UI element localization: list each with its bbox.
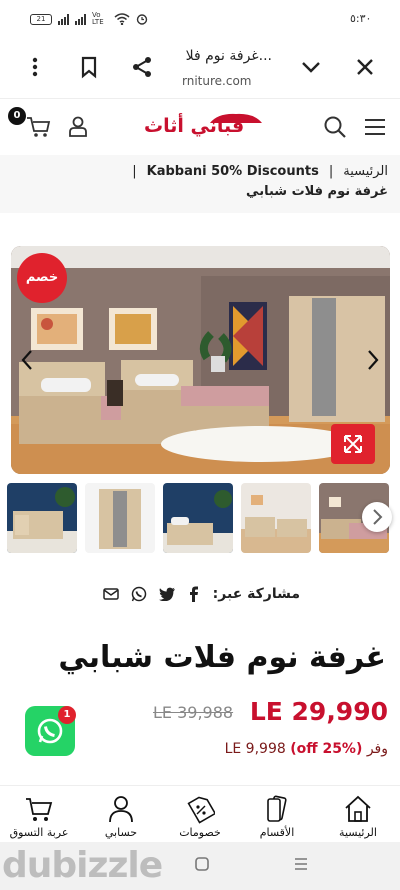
facebook-icon[interactable] xyxy=(187,586,201,602)
recent-apps-icon[interactable] xyxy=(292,856,310,872)
breadcrumb-separator: | xyxy=(328,164,334,179)
nav-discounts[interactable]: خصومات xyxy=(165,794,235,839)
cart-icon[interactable] xyxy=(26,114,52,140)
sale-badge: خصم xyxy=(17,253,67,303)
breadcrumb: الرئيسية | Kabbani 50% Discounts | غرفة … xyxy=(0,155,400,213)
categories-icon xyxy=(267,795,287,822)
dubizzle-watermark: dubizzle xyxy=(2,845,163,886)
nav-categories-label: الأقسام xyxy=(259,826,295,839)
cart-count-badge: 0 xyxy=(8,107,26,125)
save-percent: (off 25%) xyxy=(290,741,363,757)
nav-account[interactable]: حسابي xyxy=(86,794,156,839)
share-icon[interactable] xyxy=(129,54,155,80)
breadcrumb-current: غرفة نوم فلات شبابي xyxy=(246,184,388,199)
savings-text: وفر LE 9,998 (off 25%) xyxy=(225,741,388,757)
thumbnails-next-button[interactable] xyxy=(362,502,392,532)
home-button-icon[interactable] xyxy=(194,856,210,872)
status-time: ٥:٣٠ xyxy=(350,12,372,25)
chevron-down-icon[interactable] xyxy=(298,54,324,80)
alarm-icon xyxy=(136,14,148,25)
thumbnail-4[interactable] xyxy=(241,483,311,553)
nav-discounts-label: خصومات xyxy=(179,826,221,839)
prev-image-arrow[interactable] xyxy=(18,345,38,375)
whatsapp-share-icon[interactable] xyxy=(131,586,147,602)
user-icon[interactable] xyxy=(66,114,90,138)
search-icon[interactable] xyxy=(322,114,348,140)
home-icon xyxy=(345,795,371,822)
bookmark-icon[interactable] xyxy=(76,54,102,80)
breadcrumb-category[interactable]: Kabbani 50% Discounts xyxy=(147,164,319,179)
nav-cart[interactable]: عربة التسوق xyxy=(4,794,74,839)
chevron-right-icon xyxy=(373,509,383,525)
cart-icon xyxy=(26,798,53,821)
volte-label: Vo LTE xyxy=(92,11,104,26)
page-title[interactable]: غرفة نوم فلا... xyxy=(180,48,272,64)
nav-home-label: الرئيسية xyxy=(339,826,377,839)
nav-categories[interactable]: الأقسام xyxy=(242,794,312,839)
status-bar: 21 Vo LTE ٥:٣٠ xyxy=(0,0,400,40)
twitter-icon[interactable] xyxy=(158,587,175,601)
expand-icon xyxy=(344,435,362,453)
site-header: 0 قباني أثاث xyxy=(0,98,400,154)
signal-icon xyxy=(58,13,69,25)
thumbnail-2[interactable] xyxy=(85,483,155,553)
bottom-navigation: الرئيسية الأقسام خصومات حسابي عربة التسو… xyxy=(0,785,400,842)
breadcrumb-separator-2: | xyxy=(132,164,137,179)
account-icon xyxy=(109,796,133,823)
wifi-icon xyxy=(114,13,130,25)
discount-tag-icon xyxy=(187,796,215,824)
thumbnail-3[interactable] xyxy=(163,483,233,553)
thumb-room-image xyxy=(241,483,311,553)
thumbnail-1[interactable] xyxy=(7,483,77,553)
breadcrumb-home[interactable]: الرئيسية xyxy=(343,164,388,179)
system-navigation-bar: dubizzle xyxy=(0,842,400,890)
logo-text: قباني أثاث xyxy=(144,115,245,137)
status-icons: 21 Vo LTE xyxy=(30,12,148,26)
battery-icon: 21 xyxy=(30,13,52,25)
share-row: مشاركة عبر: xyxy=(100,583,300,605)
nav-account-label: حسابي xyxy=(104,826,138,839)
hamburger-menu-icon[interactable] xyxy=(362,114,388,140)
nav-cart-label: عربة التسوق xyxy=(9,826,69,839)
chevron-left-icon xyxy=(21,350,32,370)
save-label: وفر xyxy=(366,741,388,757)
chevron-right-icon xyxy=(368,350,379,370)
url-text[interactable]: rniture.com xyxy=(182,74,251,88)
zoom-button[interactable] xyxy=(331,424,375,464)
email-icon[interactable] xyxy=(102,587,119,601)
whatsapp-badge: 1 xyxy=(58,706,76,724)
thumb-bed-image xyxy=(163,483,233,553)
signal-icon-2 xyxy=(75,13,86,25)
browser-toolbar: غرفة نوم فلا... rniture.com xyxy=(0,40,400,98)
more-options-icon[interactable] xyxy=(22,54,48,80)
product-price: LE 29,990 xyxy=(249,697,388,726)
save-amount: LE 9,998 xyxy=(224,741,286,757)
close-icon[interactable] xyxy=(352,54,378,80)
share-label: مشاركة عبر: xyxy=(212,586,300,602)
product-old-price: LE 39,988 xyxy=(153,703,234,722)
thumb-wardrobe-image xyxy=(85,483,155,553)
site-logo[interactable]: قباني أثاث xyxy=(136,109,266,143)
thumb-desk-image xyxy=(7,483,77,553)
nav-home[interactable]: الرئيسية xyxy=(323,794,393,839)
next-image-arrow[interactable] xyxy=(362,345,382,375)
product-title: غرفة نوم فلات شبابي xyxy=(58,640,386,675)
